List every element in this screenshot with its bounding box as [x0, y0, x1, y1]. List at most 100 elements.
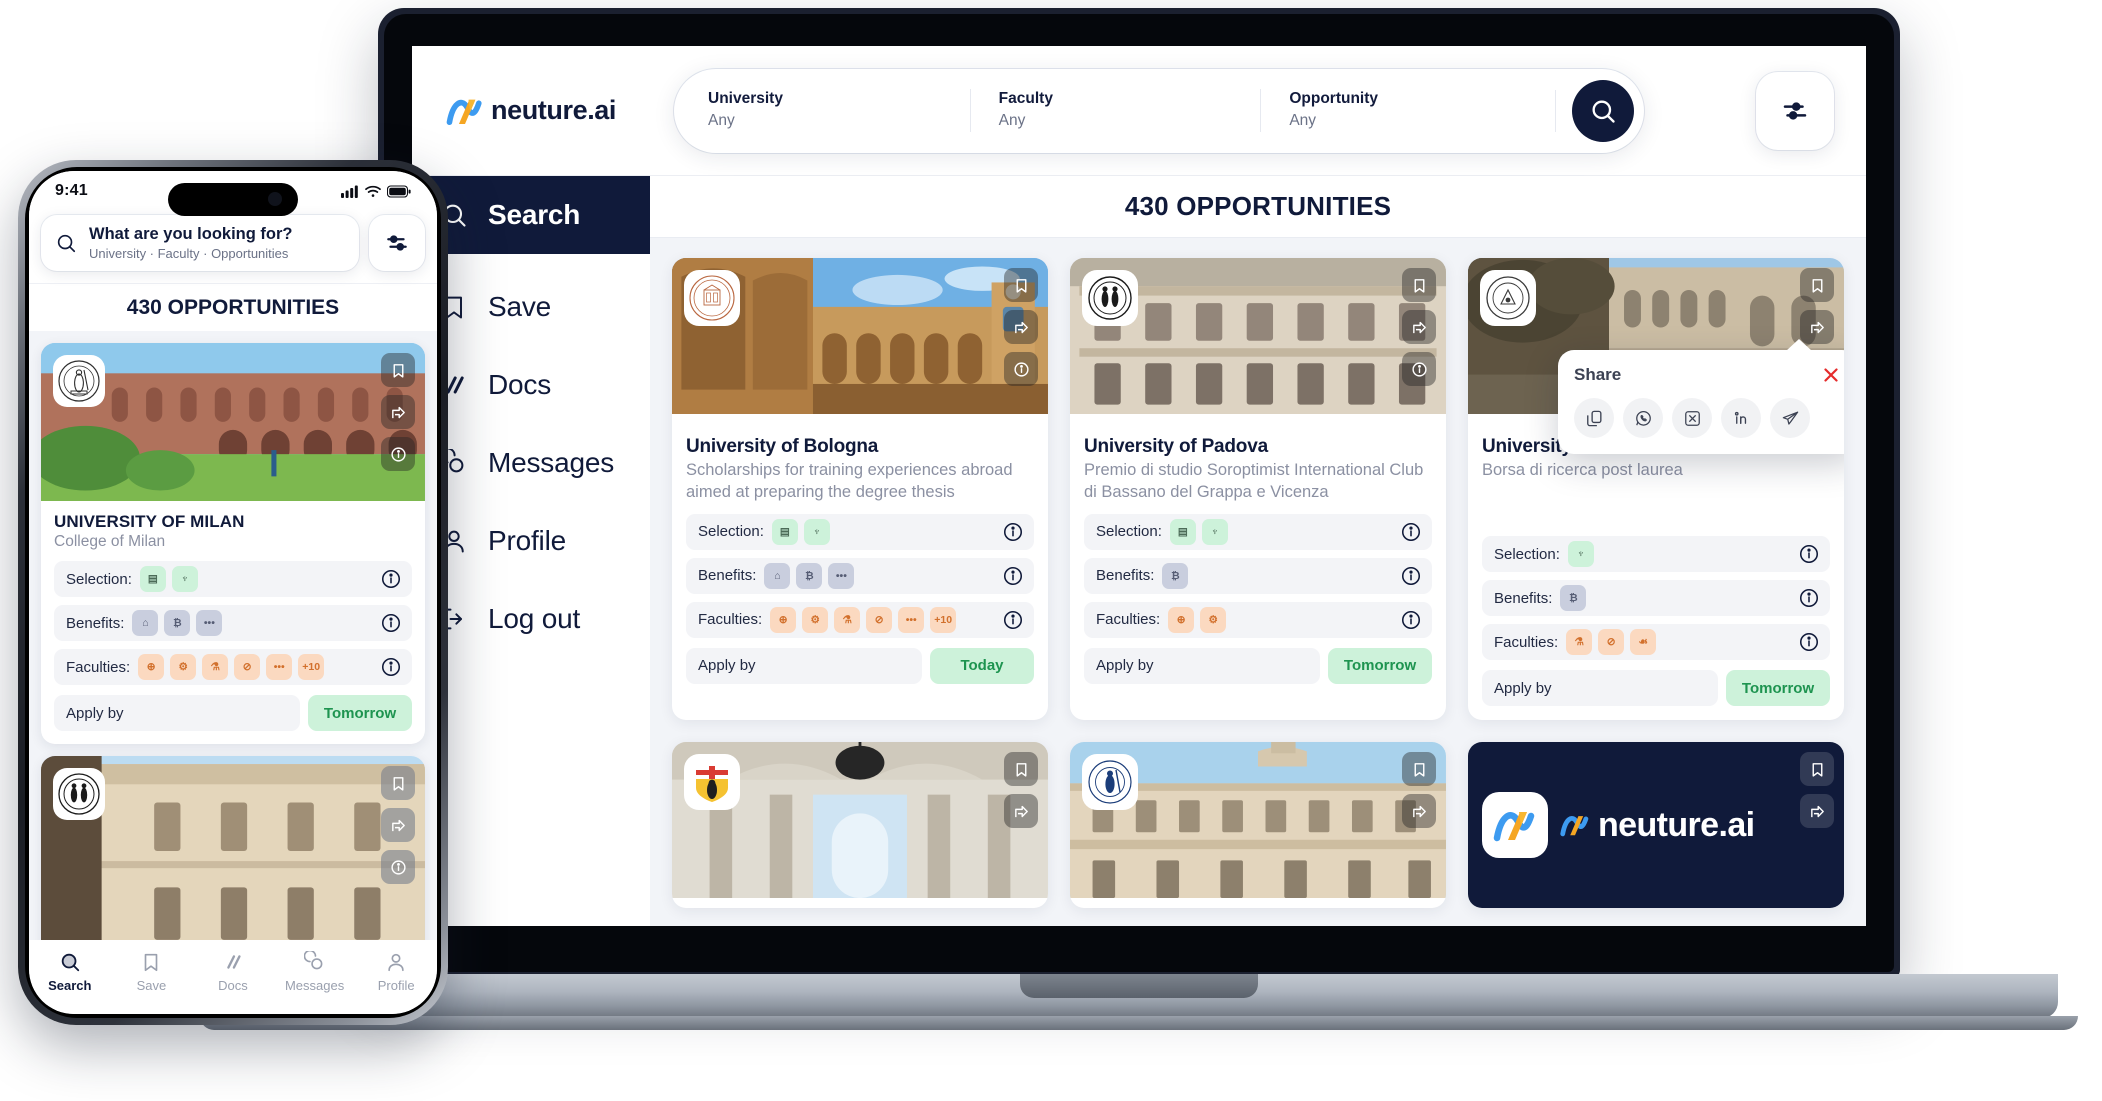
search-field-faculty[interactable]: Faculty Any: [969, 89, 1261, 132]
info-icon[interactable]: [1798, 587, 1820, 609]
info-icon[interactable]: [380, 568, 402, 590]
share-button[interactable]: [1402, 794, 1436, 828]
bookmark-button[interactable]: [1004, 752, 1038, 786]
info-icon[interactable]: [1400, 609, 1422, 631]
mobile-filters-button[interactable]: [369, 215, 425, 271]
desktop-filters-button[interactable]: [1756, 71, 1834, 150]
chip-medal[interactable]: ♆: [171, 566, 198, 592]
whatsapp-icon[interactable]: [1623, 398, 1663, 438]
info-icon[interactable]: [1400, 565, 1422, 587]
share-icon: [391, 819, 405, 831]
chip-home[interactable]: ⌂: [132, 610, 159, 636]
info-button[interactable]: [381, 437, 415, 471]
chip-more[interactable]: •••: [266, 654, 293, 680]
search-field-university[interactable]: University Any: [708, 89, 970, 131]
attribute-label: Faculties:: [1096, 611, 1161, 629]
chip-flask[interactable]: ⚗: [202, 654, 229, 680]
desktop-search-bar[interactable]: University Any Faculty Any Opportunity A…: [674, 68, 1644, 153]
chip-home[interactable]: ⌂: [764, 562, 791, 589]
sidebar-item-label: Log out: [488, 603, 581, 634]
deadline-badge[interactable]: Tomorrow: [1328, 647, 1432, 684]
link-icon[interactable]: [1574, 398, 1614, 438]
chip-scale[interactable]: ⊘: [1598, 629, 1625, 655]
bookmark-button[interactable]: [381, 766, 415, 800]
info-icon[interactable]: [380, 612, 402, 634]
chip-wrench[interactable]: ⚙: [1200, 606, 1227, 633]
chip-medal[interactable]: ♆: [1201, 518, 1228, 545]
chip-money[interactable]: ₿: [1162, 562, 1189, 589]
opportunity-card[interactable]: [672, 742, 1048, 908]
deadline-badge[interactable]: Tomorrow: [308, 695, 412, 731]
telegram-icon[interactable]: [1770, 398, 1810, 438]
chip-wrench[interactable]: ⚙: [802, 606, 829, 633]
chip-plus-ten[interactable]: +10: [930, 606, 957, 633]
info-icon[interactable]: [1798, 543, 1820, 565]
chip-money[interactable]: ₿: [1560, 585, 1587, 611]
bookmark-button[interactable]: [1402, 752, 1436, 786]
info-button[interactable]: [1004, 352, 1038, 386]
tab-search[interactable]: Search: [35, 951, 105, 993]
list-item[interactable]: [41, 756, 425, 956]
bookmark-button[interactable]: [381, 353, 415, 387]
search-field-opportunity[interactable]: Opportunity Any: [1260, 89, 1551, 132]
chip-scale[interactable]: ⊘: [234, 654, 261, 680]
info-icon[interactable]: [1002, 565, 1024, 587]
chip-person[interactable]: ☙: [1630, 629, 1657, 655]
tab-save[interactable]: Save: [116, 951, 186, 993]
tab-messages[interactable]: Messages: [280, 951, 350, 993]
info-icon[interactable]: [380, 656, 402, 678]
chip-wrench[interactable]: ⚙: [170, 654, 197, 680]
tab-profile[interactable]: Profile: [361, 951, 431, 993]
chip-doc[interactable]: ▤: [771, 518, 798, 545]
share-button[interactable]: [381, 395, 415, 429]
chip-globe[interactable]: ⊕: [770, 606, 797, 633]
info-icon[interactable]: [1002, 609, 1024, 631]
bookmark-button[interactable]: [1402, 268, 1436, 302]
chip-more[interactable]: •••: [828, 562, 855, 589]
linkedin-icon[interactable]: [1721, 398, 1761, 438]
brand-logo[interactable]: neuture.ai: [412, 46, 650, 176]
opportunity-card[interactable]: University of Verona Borsa di ricerca po…: [1468, 258, 1844, 720]
bookmark-icon: [393, 363, 403, 378]
info-icon[interactable]: [1002, 521, 1024, 543]
chip-more[interactable]: •••: [898, 606, 925, 633]
chip-money[interactable]: ₿: [164, 610, 191, 636]
list-item[interactable]: UNIVERSITY OF MILAN College of Milan Sel…: [41, 343, 425, 744]
bookmark-button[interactable]: [1800, 268, 1834, 302]
close-icon[interactable]: [1820, 364, 1842, 386]
deadline-badge[interactable]: Today: [930, 647, 1034, 684]
share-button[interactable]: [1004, 310, 1038, 344]
chip-flask[interactable]: ⚗: [1566, 629, 1593, 655]
chip-plus-ten[interactable]: +10: [298, 654, 325, 680]
share-button[interactable]: [381, 808, 415, 842]
bookmark-button[interactable]: [1004, 268, 1038, 302]
promo-card[interactable]: neuture.ai: [1468, 742, 1844, 908]
deadline-badge[interactable]: Tomorrow: [1726, 670, 1830, 706]
mobile-search-input[interactable]: What are you looking for? University · F…: [41, 215, 359, 271]
chip-scale[interactable]: ⊘: [866, 606, 893, 633]
chip-globe[interactable]: ⊕: [138, 654, 165, 680]
info-button[interactable]: [1402, 352, 1436, 386]
tab-docs[interactable]: Docs: [198, 951, 268, 993]
info-button[interactable]: [381, 850, 415, 884]
info-icon[interactable]: [1798, 631, 1820, 653]
opportunity-card[interactable]: University of Bologna Scholarships for t…: [672, 258, 1048, 720]
chip-money[interactable]: ₿: [796, 562, 823, 589]
chip-flask[interactable]: ⚗: [834, 606, 861, 633]
chip-medal[interactable]: ♆: [1567, 541, 1594, 567]
chip-medal[interactable]: ♆: [803, 518, 830, 545]
chip-doc[interactable]: ▤: [139, 566, 166, 592]
share-button[interactable]: [1004, 794, 1038, 828]
share-button[interactable]: [1800, 794, 1834, 828]
chip-more[interactable]: •••: [196, 610, 223, 636]
info-icon[interactable]: [1400, 521, 1422, 543]
share-button[interactable]: [1402, 310, 1436, 344]
x-twitter-icon[interactable]: [1672, 398, 1712, 438]
opportunity-card[interactable]: University of Padova Premio di studio So…: [1070, 258, 1446, 720]
chip-doc[interactable]: ▤: [1169, 518, 1196, 545]
opportunity-card[interactable]: [1070, 742, 1446, 908]
bookmark-button[interactable]: [1800, 752, 1834, 786]
chip-globe[interactable]: ⊕: [1168, 606, 1195, 633]
search-submit-button[interactable]: [1572, 79, 1635, 142]
card-action-buttons: [1402, 268, 1436, 386]
